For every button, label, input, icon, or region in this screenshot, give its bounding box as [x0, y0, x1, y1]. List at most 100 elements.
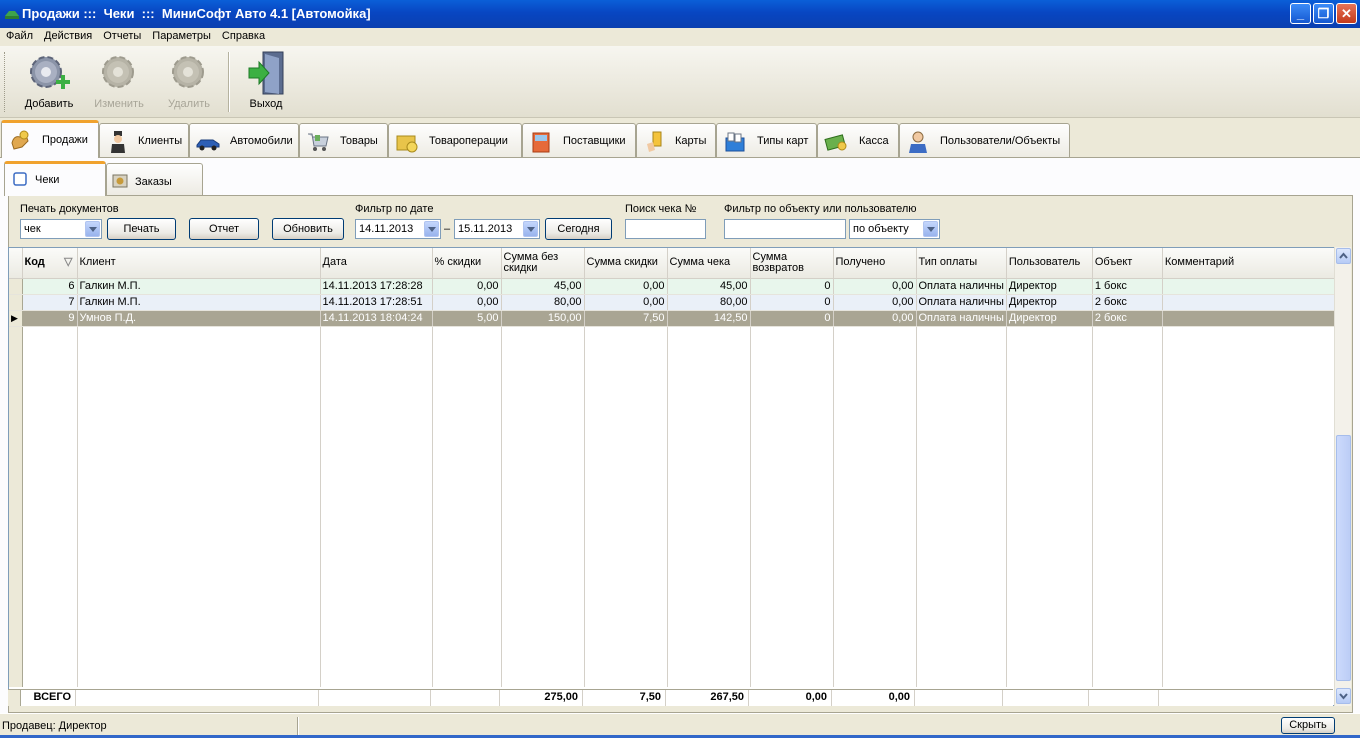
refresh-button[interactable]: Обновить — [272, 218, 344, 240]
tab-suppliers[interactable]: Поставщики — [522, 123, 636, 158]
print-type-select[interactable]: чек — [20, 219, 102, 239]
col-client[interactable]: Клиент — [77, 248, 321, 279]
tab-goods[interactable]: Товары — [299, 123, 388, 158]
tab-cards[interactable]: Карты — [636, 123, 716, 158]
table-row[interactable]: 7 Галкин М.П. 14.11.2013 17:28:51 0,00 8… — [9, 294, 1335, 311]
col-user[interactable]: Пользователь — [1006, 248, 1093, 279]
cell-discount-pct[interactable]: 0,00 — [432, 278, 502, 295]
row-indicator[interactable] — [9, 278, 23, 295]
cell-object[interactable]: 1 бокс — [1092, 278, 1163, 295]
menu-parameters[interactable]: Параметры — [146, 28, 216, 42]
exit-button[interactable]: Выход — [233, 50, 299, 116]
cell-user[interactable]: Директор — [1006, 278, 1093, 295]
cell-date[interactable]: 14.11.2013 18:04:24 — [320, 310, 433, 327]
menu-reports[interactable]: Отчеты — [97, 28, 146, 42]
object-mode-select[interactable]: по объекту — [849, 219, 940, 239]
cell-discount-sum[interactable]: 0,00 — [584, 278, 668, 295]
cell-payment-type[interactable]: Оплата наличны — [916, 310, 1007, 327]
col-sum-no-discount[interactable]: Сумма без скидки — [501, 248, 585, 279]
tab-clients[interactable]: Клиенты — [99, 123, 189, 158]
cell-discount-pct[interactable]: 0,00 — [432, 294, 502, 311]
subtab-checks[interactable]: Чеки — [4, 161, 106, 196]
scroll-up-button[interactable] — [1336, 248, 1351, 264]
cell-returns[interactable]: 0 — [750, 294, 834, 311]
tab-cash[interactable]: Касса — [817, 123, 899, 158]
toolbar-grip[interactable] — [4, 52, 7, 112]
print-button[interactable]: Печать — [107, 218, 176, 240]
col-returns[interactable]: Сумма возвратов — [750, 248, 834, 279]
cell-received[interactable]: 0,00 — [833, 294, 917, 311]
scroll-thumb[interactable] — [1336, 435, 1351, 681]
cell-returns[interactable]: 0 — [750, 278, 834, 295]
col-comment[interactable]: Комментарий — [1162, 248, 1335, 279]
tab-card-types[interactable]: Типы карт — [716, 123, 817, 158]
menu-actions[interactable]: Действия — [38, 28, 97, 42]
cell-comment[interactable] — [1162, 278, 1335, 295]
subtab-orders[interactable]: Заказы — [106, 163, 203, 195]
table-row-selected[interactable]: ▶ 9 Умнов П.Д. 14.11.2013 18:04:24 5,00 … — [9, 310, 1335, 327]
col-received[interactable]: Получено — [833, 248, 917, 279]
cell-check-sum[interactable]: 45,00 — [667, 278, 751, 295]
chevron-down-icon[interactable] — [424, 221, 439, 237]
date-to-picker[interactable]: 15.11.2013 — [454, 219, 540, 239]
object-filter-input[interactable] — [724, 219, 846, 239]
cell-object[interactable]: 2 бокс — [1092, 294, 1163, 311]
col-date[interactable]: Дата — [320, 248, 433, 279]
cell-user[interactable]: Директор — [1006, 310, 1093, 327]
menu-help[interactable]: Справка — [216, 28, 270, 42]
cell-sum-no-discount[interactable]: 150,00 — [501, 310, 585, 327]
cell-payment-type[interactable]: Оплата наличны — [916, 294, 1007, 311]
today-button[interactable]: Сегодня — [545, 218, 612, 240]
cell-discount-sum[interactable]: 0,00 — [584, 294, 668, 311]
cell-code[interactable]: 7 — [22, 294, 78, 311]
cell-check-sum[interactable]: 80,00 — [667, 294, 751, 311]
vertical-scrollbar[interactable] — [1334, 247, 1351, 706]
search-check-input[interactable] — [625, 219, 706, 239]
cell-code[interactable]: 6 — [22, 278, 78, 295]
chevron-down-icon[interactable] — [523, 221, 538, 237]
menu-file[interactable]: Файл — [0, 28, 38, 42]
cell-discount-sum[interactable]: 7,50 — [584, 310, 668, 327]
scroll-down-button[interactable] — [1336, 688, 1351, 704]
cell-returns[interactable]: 0 — [750, 310, 834, 327]
date-from-picker[interactable]: 14.11.2013 — [355, 219, 441, 239]
cell-user[interactable]: Директор — [1006, 294, 1093, 311]
cell-payment-type[interactable]: Оплата наличны — [916, 278, 1007, 295]
cell-client[interactable]: Умнов П.Д. — [77, 310, 321, 327]
close-button[interactable]: ✕ — [1336, 3, 1357, 24]
cell-code[interactable]: 9 — [22, 310, 78, 327]
row-indicator[interactable] — [9, 294, 23, 311]
cell-date[interactable]: 14.11.2013 17:28:28 — [320, 278, 433, 295]
checks-table[interactable]: Код ▽ Клиент Дата % скидки Сумма без скид… — [8, 247, 1351, 706]
cell-comment[interactable] — [1162, 310, 1335, 327]
report-button[interactable]: Отчет — [189, 218, 259, 240]
tab-sales[interactable]: Продажи — [1, 120, 99, 158]
table-row[interactable]: 6 Галкин М.П. 14.11.2013 17:28:28 0,00 4… — [9, 278, 1335, 295]
cell-discount-pct[interactable]: 5,00 — [432, 310, 502, 327]
col-discount-pct[interactable]: % скидки — [432, 248, 502, 279]
chevron-down-icon[interactable] — [923, 221, 938, 237]
cell-sum-no-discount[interactable]: 80,00 — [501, 294, 585, 311]
col-object[interactable]: Объект — [1092, 248, 1163, 279]
delete-button[interactable]: Удалить — [156, 50, 222, 116]
tab-users-objects[interactable]: Пользователи/Объекты — [899, 123, 1070, 158]
cell-comment[interactable] — [1162, 294, 1335, 311]
cell-check-sum[interactable]: 142,50 — [667, 310, 751, 327]
cell-date[interactable]: 14.11.2013 17:28:51 — [320, 294, 433, 311]
col-payment-type[interactable]: Тип оплаты — [916, 248, 1007, 279]
cell-sum-no-discount[interactable]: 45,00 — [501, 278, 585, 295]
cell-client[interactable]: Галкин М.П. — [77, 278, 321, 295]
cell-received[interactable]: 0,00 — [833, 278, 917, 295]
current-row-arrow-icon[interactable]: ▶ — [9, 310, 23, 327]
cell-received[interactable]: 0,00 — [833, 310, 917, 327]
col-code[interactable]: Код ▽ — [22, 248, 78, 279]
restore-button[interactable]: ❐ — [1313, 3, 1334, 24]
add-button[interactable]: Добавить — [16, 50, 82, 116]
tab-cars[interactable]: Автомобили — [189, 123, 299, 158]
col-check-sum[interactable]: Сумма чека — [667, 248, 751, 279]
cell-client[interactable]: Галкин М.П. — [77, 294, 321, 311]
hide-button[interactable]: Скрыть — [1281, 717, 1335, 734]
col-discount-sum[interactable]: Сумма скидки — [584, 248, 668, 279]
tab-goods-operations[interactable]: Товароперации — [388, 123, 522, 158]
minimize-button[interactable]: _ — [1290, 3, 1311, 24]
